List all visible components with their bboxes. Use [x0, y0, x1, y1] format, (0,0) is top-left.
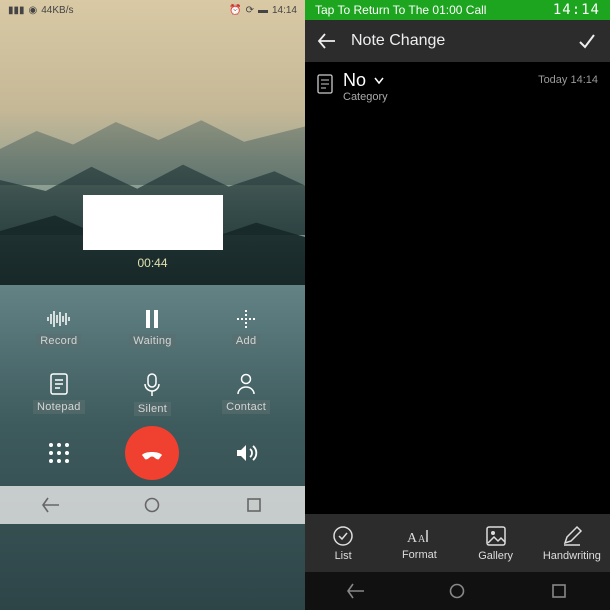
format-label: Format — [402, 549, 437, 561]
check-icon — [576, 30, 598, 52]
dropdown-icon[interactable] — [374, 77, 384, 85]
pause-icon — [141, 308, 163, 330]
nav-back-icon[interactable] — [42, 496, 60, 514]
nav-home-icon[interactable] — [448, 582, 466, 600]
back-button[interactable] — [317, 31, 337, 51]
text-format-icon: AA — [407, 526, 431, 546]
person-icon — [235, 372, 257, 396]
list-button[interactable]: List — [305, 514, 381, 572]
speaker-icon — [233, 440, 259, 466]
battery-icon: ▬ — [258, 5, 268, 16]
arrow-left-icon — [317, 31, 337, 51]
phone-hangup-icon — [137, 438, 167, 468]
gallery-label: Gallery — [478, 550, 513, 562]
note-body[interactable] — [305, 111, 610, 514]
return-to-call-text: Tap To Return To The 01:00 Call — [315, 3, 486, 17]
record-label: Record — [36, 334, 81, 348]
status-bar-left: ▮▮▮ ◉ 44KB/s ⏰ ⟳ ▬ 14:14 — [0, 0, 305, 20]
format-button[interactable]: AA Format — [381, 514, 457, 572]
network-speed: 44KB/s — [41, 5, 73, 16]
svg-text:A: A — [407, 531, 418, 546]
nav-back-icon[interactable] — [347, 582, 365, 600]
caller-name-box — [83, 195, 223, 250]
page-title: Note Change — [351, 32, 562, 50]
sync-icon: ⟳ — [246, 5, 254, 16]
note-timestamp: Today 14:14 — [538, 74, 598, 86]
bottom-toolbar: List AA Format Gallery Handwriting — [305, 514, 610, 572]
note-title[interactable]: No — [343, 70, 366, 91]
end-call-button[interactable] — [125, 426, 179, 480]
silent-label: Silent — [134, 402, 171, 416]
handwriting-button[interactable]: Handwriting — [534, 514, 610, 572]
call-duration: 00:44 — [0, 256, 305, 270]
nav-recent-icon[interactable] — [245, 496, 263, 514]
note-header: No Category Today 14:14 — [305, 62, 610, 111]
list-label: List — [335, 550, 352, 562]
waiting-button[interactable]: Waiting — [106, 308, 200, 348]
checklist-icon — [332, 525, 354, 547]
title-bar: Note Change — [305, 20, 610, 62]
pencil-icon — [561, 525, 583, 547]
category-label[interactable]: Category — [343, 91, 528, 103]
contact-label: Contact — [222, 400, 270, 414]
notepad-button[interactable]: Notepad — [12, 372, 106, 416]
document-icon — [317, 74, 333, 94]
mic-icon — [142, 372, 162, 398]
confirm-button[interactable] — [576, 30, 598, 52]
status-time: 14:14 — [272, 5, 297, 16]
contact-button[interactable]: Contact — [199, 372, 293, 416]
notepad-icon — [48, 372, 70, 396]
add-button[interactable]: Add — [199, 308, 293, 348]
signal-icon: ▮▮▮ — [8, 5, 25, 16]
call-screen: ▮▮▮ ◉ 44KB/s ⏰ ⟳ ▬ 14:14 00:44 Record — [0, 0, 305, 610]
nav-bar-right — [305, 572, 610, 610]
dialpad-button[interactable] — [46, 440, 72, 466]
image-icon — [485, 525, 507, 547]
silent-button[interactable]: Silent — [106, 372, 200, 416]
nav-bar-left — [0, 486, 305, 524]
handwriting-label: Handwriting — [543, 550, 601, 562]
gallery-button[interactable]: Gallery — [458, 514, 534, 572]
nav-home-icon[interactable] — [143, 496, 161, 514]
waiting-label: Waiting — [129, 334, 175, 348]
record-button[interactable]: Record — [12, 308, 106, 348]
dialpad-icon — [46, 440, 72, 466]
note-screen: Tap To Return To The 01:00 Call 14:14 No… — [305, 0, 610, 610]
nav-recent-icon[interactable] — [550, 582, 568, 600]
status-clock: 14:14 — [553, 2, 600, 18]
waveform-icon — [46, 308, 72, 330]
return-to-call-bar[interactable]: Tap To Return To The 01:00 Call 14:14 — [305, 0, 610, 20]
svg-text:A: A — [418, 534, 426, 545]
wifi-icon: ◉ — [29, 5, 38, 16]
notepad-label: Notepad — [33, 400, 85, 414]
add-label: Add — [232, 334, 260, 348]
speaker-button[interactable] — [233, 440, 259, 466]
alarm-icon: ⏰ — [229, 5, 241, 16]
plus-icon — [235, 308, 257, 330]
